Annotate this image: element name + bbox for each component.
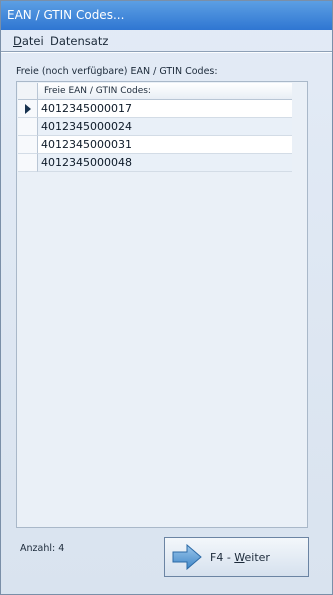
- next-button-prefix: F4 -: [210, 550, 235, 564]
- next-button-rest: eiter: [244, 550, 270, 564]
- menu-datei[interactable]: Datei: [13, 31, 44, 51]
- grid-header: Freie EAN / GTIN Codes:: [18, 83, 292, 100]
- menu-datei-rest: atei: [21, 34, 44, 48]
- row-selector[interactable]: [18, 118, 38, 136]
- menu-datensatz[interactable]: Datensatz: [50, 31, 108, 51]
- list-caption: Freie (noch verfügbare) EAN / GTIN Codes…: [16, 66, 218, 77]
- code-cell[interactable]: 4012345000024: [38, 118, 292, 136]
- row-selector[interactable]: [18, 136, 38, 154]
- window-title: EAN / GTIN Codes...: [1, 1, 332, 30]
- table-row[interactable]: 4012345000024: [18, 118, 292, 136]
- codes-grid[interactable]: Freie EAN / GTIN Codes: 4012345000017 40…: [16, 81, 308, 528]
- table-row[interactable]: 4012345000048: [18, 154, 292, 172]
- count-label: Anzahl: 4: [20, 543, 65, 554]
- arrow-right-icon: [172, 544, 202, 570]
- code-cell[interactable]: 4012345000048: [38, 154, 292, 172]
- grid-rows: 4012345000017 4012345000024 401234500003…: [18, 100, 292, 172]
- next-button-label: F4 - Weiter: [210, 551, 270, 564]
- code-cell[interactable]: 4012345000031: [38, 136, 292, 154]
- column-header-codes[interactable]: Freie EAN / GTIN Codes:: [38, 83, 292, 99]
- next-button[interactable]: F4 - Weiter: [164, 537, 309, 577]
- row-selector[interactable]: [18, 100, 38, 118]
- table-row[interactable]: 4012345000031: [18, 136, 292, 154]
- table-row[interactable]: 4012345000017: [18, 100, 292, 118]
- row-selector[interactable]: [18, 154, 38, 172]
- menu-datei-accel: D: [13, 34, 22, 48]
- row-selector-header[interactable]: [18, 83, 38, 99]
- menu-bar: Datei Datensatz: [1, 31, 332, 52]
- code-cell[interactable]: 4012345000017: [38, 100, 292, 118]
- next-button-accel: W: [234, 550, 245, 564]
- ean-codes-window: EAN / GTIN Codes... Datei Datensatz Frei…: [0, 0, 333, 595]
